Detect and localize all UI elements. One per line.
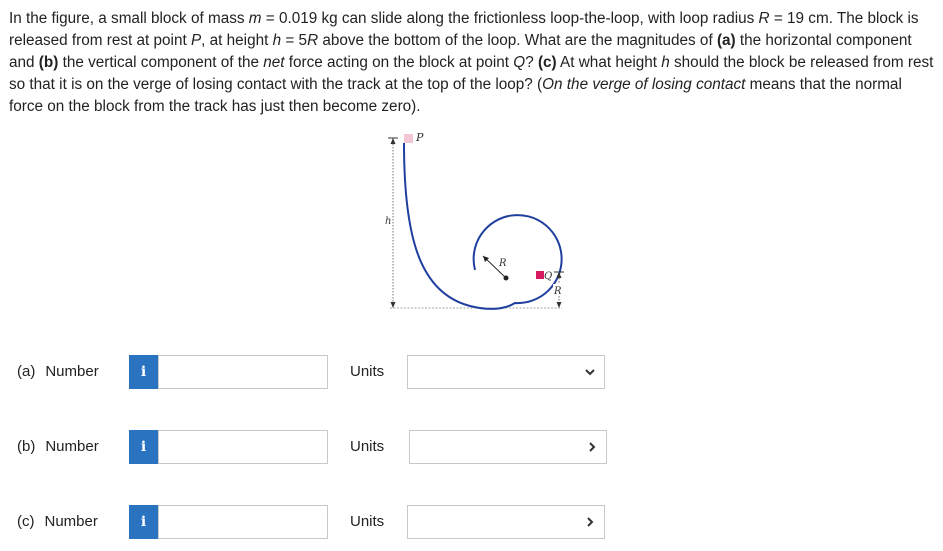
- number-label: Number: [45, 438, 99, 455]
- answer-row-a: (a) Number i Units: [0, 355, 943, 389]
- question-label: (a) Number: [17, 363, 99, 380]
- problem-text: At what height: [556, 54, 662, 71]
- Q-label: Q: [544, 271, 552, 282]
- units-label: Units: [350, 438, 385, 455]
- part-c-tag: (c): [537, 54, 557, 71]
- variable-P: P: [190, 32, 202, 49]
- variable-R: R: [758, 10, 770, 27]
- problem-text: ?: [525, 54, 538, 71]
- question-label: (c) Number: [17, 513, 98, 530]
- variable-m: m: [248, 10, 262, 27]
- emphasis-verge: On the verge of losing contact: [542, 76, 746, 93]
- chevron-down-icon: [585, 369, 595, 376]
- answer-row-b: (b) Number i Units: [0, 430, 943, 464]
- problem-text: above the bottom of the loop. What are t…: [318, 32, 717, 49]
- question-label: (b) Number: [17, 438, 99, 455]
- part-label: (c): [17, 513, 35, 530]
- part-a-tag: (a): [716, 32, 736, 49]
- info-button[interactable]: i: [129, 430, 158, 464]
- info-button[interactable]: i: [129, 355, 158, 389]
- variable-Q: Q: [513, 54, 526, 71]
- h-top-arrow: [390, 138, 396, 144]
- units-select-c[interactable]: [407, 505, 605, 539]
- h-label: h: [385, 216, 391, 227]
- problem-text: In the figure, a small block of mass: [9, 10, 249, 27]
- problem-statement: In the figure, a small block of mass m =…: [9, 8, 939, 118]
- h-bottom-arrow: [390, 302, 396, 308]
- info-icon: i: [140, 364, 147, 380]
- chevron-right-icon: [589, 442, 596, 452]
- R-height-top-arrow: [556, 272, 562, 278]
- R-height-label: R: [553, 286, 562, 297]
- variable-R: R: [307, 32, 319, 49]
- problem-text: force acting on the block at point: [284, 54, 514, 71]
- info-button[interactable]: i: [129, 505, 158, 539]
- units-label: Units: [350, 363, 385, 380]
- block-at-P: [404, 134, 413, 143]
- variable-h: h: [272, 32, 282, 49]
- loop-the-loop-figure: h P R Q R: [385, 131, 565, 310]
- P-label: P: [415, 131, 424, 144]
- chevron-right-icon: [587, 517, 594, 527]
- loop-track: [403, 142, 563, 310]
- variable-h: h: [661, 54, 670, 71]
- number-input-b[interactable]: [158, 430, 328, 464]
- units-select-b[interactable]: [409, 430, 607, 464]
- R-height-bottom-arrow: [556, 302, 562, 308]
- info-icon: i: [140, 439, 147, 455]
- problem-text: = 5: [281, 32, 308, 49]
- number-label: Number: [45, 363, 99, 380]
- part-b-tag: (b): [38, 54, 59, 71]
- problem-text: , at height: [201, 32, 273, 49]
- number-input-c[interactable]: [158, 505, 328, 539]
- R-radius-label: R: [498, 258, 507, 269]
- units-select-a[interactable]: [407, 355, 605, 389]
- loop-center-dot: [503, 275, 509, 281]
- part-label: (a): [17, 363, 36, 380]
- emphasis-net: net: [263, 54, 285, 71]
- units-label: Units: [350, 513, 385, 530]
- number-input-a[interactable]: [158, 355, 328, 389]
- part-label: (b): [17, 438, 36, 455]
- problem-text: the vertical component of the: [58, 54, 264, 71]
- block-at-Q: [536, 271, 544, 279]
- problem-text: = 0.019 kg can slide along the frictionl…: [261, 10, 759, 27]
- answer-row-c: (c) Number i Units: [0, 505, 943, 539]
- info-icon: i: [140, 514, 147, 530]
- number-label: Number: [44, 513, 98, 530]
